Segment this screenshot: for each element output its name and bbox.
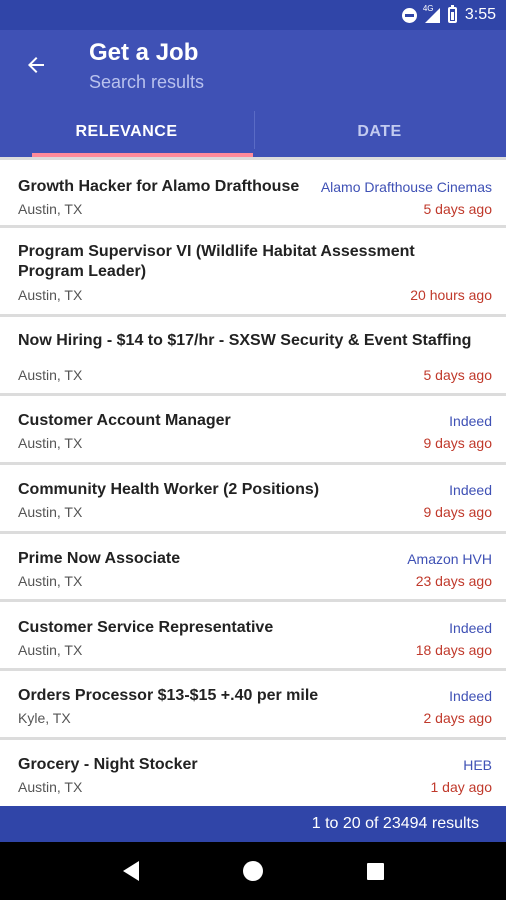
- app-bar: Get a Job Search results RELEVANCE DATE: [0, 30, 506, 157]
- job-age: 9 days ago: [423, 504, 493, 520]
- job-company: Amazon HVH: [407, 551, 492, 567]
- recents-square-icon: [366, 862, 384, 880]
- job-location: Austin, TX: [18, 573, 83, 589]
- job-title: Customer Service Representative: [18, 619, 274, 636]
- page-title: Get a Job: [89, 39, 199, 66]
- job-title: Now Hiring - $14 to $17/hr - SXSW Securi…: [18, 332, 472, 349]
- job-card[interactable]: Orders Processor $13-$15 +.40 per mile I…: [0, 671, 506, 737]
- job-location: Austin, TX: [18, 287, 83, 303]
- signal-icon: 4G: [423, 4, 440, 23]
- nav-recents-button[interactable]: [355, 851, 395, 891]
- job-card[interactable]: Grocery - Night Stocker HEB Austin, TX 1…: [0, 740, 506, 806]
- status-bar: 4G 3:55: [0, 0, 506, 30]
- job-company: Alamo Drafthouse Cinemas: [320, 179, 492, 195]
- job-company: HEB: [463, 757, 492, 773]
- job-card[interactable]: Prime Now Associate Amazon HVH Austin, T…: [0, 534, 506, 599]
- job-company: Indeed: [449, 620, 492, 636]
- arrow-back-icon: [28, 57, 44, 73]
- results-count: 1 to 20 of 23494 results: [311, 815, 479, 832]
- job-age: 5 days ago: [423, 367, 493, 383]
- job-age: 1 day ago: [430, 779, 493, 795]
- job-title: Program Supervisor VI (Wildlife Habitat …: [18, 243, 415, 280]
- job-age: 23 days ago: [415, 573, 492, 589]
- job-location: Kyle, TX: [18, 710, 71, 726]
- nav-back-button[interactable]: [111, 851, 151, 891]
- nav-home-button[interactable]: [233, 851, 273, 891]
- job-card[interactable]: Growth Hacker for Alamo Drafthouse Alamo…: [0, 160, 506, 225]
- job-age: 9 days ago: [423, 435, 493, 451]
- job-title: Grocery - Night Stocker: [18, 756, 198, 773]
- job-title: Orders Processor $13-$15 +.40 per mile: [18, 687, 319, 704]
- system-nav-bar: [0, 842, 506, 900]
- job-title: Prime Now Associate: [18, 550, 181, 567]
- job-card[interactable]: Community Health Worker (2 Positions) In…: [0, 465, 506, 531]
- back-button[interactable]: [18, 50, 54, 80]
- do-not-disturb-icon: [401, 7, 417, 23]
- job-location: Austin, TX: [18, 201, 83, 217]
- job-location: Austin, TX: [18, 435, 83, 451]
- job-company: Indeed: [449, 688, 492, 704]
- job-card[interactable]: Program Supervisor VI (Wildlife Habitat …: [0, 228, 506, 314]
- battery-icon: [447, 5, 457, 23]
- job-title: Customer Account Manager: [18, 412, 231, 429]
- job-age: 2 days ago: [423, 710, 493, 726]
- back-triangle-icon: [123, 861, 139, 881]
- job-title: Growth Hacker for Alamo Drafthouse: [18, 178, 300, 195]
- job-title: Community Health Worker (2 Positions): [18, 481, 320, 498]
- tab-date[interactable]: DATE: [253, 107, 506, 157]
- clock: 3:55: [464, 6, 496, 23]
- job-age: 20 hours ago: [410, 287, 492, 303]
- job-location: Austin, TX: [18, 367, 83, 383]
- job-company: Indeed: [449, 482, 492, 498]
- page-subtitle: Search results: [89, 72, 205, 92]
- job-location: Austin, TX: [18, 504, 83, 520]
- job-card[interactable]: Customer Account Manager Indeed Austin, …: [0, 396, 506, 462]
- job-results-list[interactable]: Growth Hacker for Alamo Drafthouse Alamo…: [0, 157, 506, 806]
- tab-relevance[interactable]: RELEVANCE: [0, 107, 253, 157]
- job-company: Indeed: [449, 413, 492, 429]
- job-card[interactable]: Now Hiring - $14 to $17/hr - SXSW Securi…: [0, 317, 506, 393]
- job-age: 5 days ago: [423, 201, 493, 217]
- tab-bar: RELEVANCE DATE: [0, 107, 506, 157]
- home-circle-icon: [243, 861, 263, 881]
- job-card[interactable]: Customer Service Representative Indeed A…: [0, 602, 506, 668]
- job-age: 18 days ago: [415, 642, 492, 658]
- results-count-bar: 1 to 20 of 23494 results: [0, 806, 506, 842]
- job-location: Austin, TX: [18, 779, 83, 795]
- job-location: Austin, TX: [18, 642, 83, 658]
